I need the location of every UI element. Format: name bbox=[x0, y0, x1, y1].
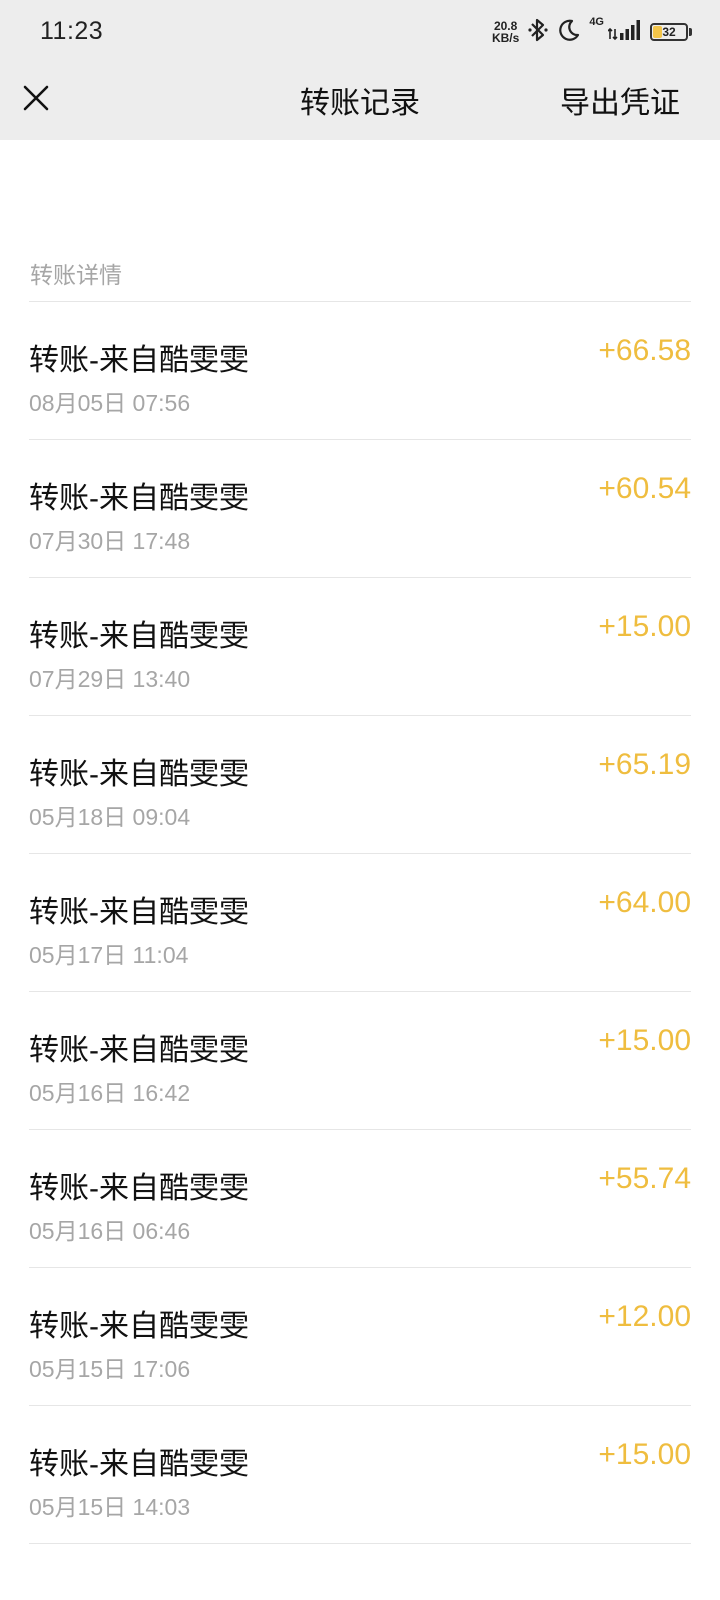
transaction-title: 转账-来自酷雯雯 bbox=[29, 620, 249, 653]
transaction-list: 转账-来自酷雯雯 08月05日 07:56 +66.58 转账-来自酷雯雯 07月30日… bbox=[29, 301, 691, 1544]
battery-percent: 32 bbox=[662, 25, 676, 39]
transaction-amount: +66.58 bbox=[598, 334, 691, 367]
transaction-title: 转账-来自酷雯雯 bbox=[29, 1034, 249, 1067]
transaction-row[interactable]: 转账-来自酷雯雯 07月29日 13:40 +15.00 bbox=[29, 578, 691, 716]
transaction-row[interactable]: 转账-来自酷雯雯 08月05日 07:56 +66.58 bbox=[29, 302, 691, 440]
network-type: 4G bbox=[589, 16, 604, 28]
transaction-date: 05月15日 17:06 bbox=[29, 1356, 191, 1382]
transaction-date: 05月17日 11:04 bbox=[29, 942, 189, 968]
transaction-date: 08月05日 07:56 bbox=[29, 390, 191, 416]
transaction-row[interactable]: 转账-来自酷雯雯 05月17日 11:04 +64.00 bbox=[29, 854, 691, 992]
transaction-title: 转账-来自酷雯雯 bbox=[29, 896, 249, 929]
transaction-row[interactable]: 转账-来自酷雯雯 05月16日 06:46 +55.74 bbox=[29, 1130, 691, 1268]
transaction-date: 05月16日 16:42 bbox=[29, 1080, 191, 1106]
status-bar: 11:23 20.8 KB/s 4G 32 bbox=[0, 0, 720, 64]
title-bar: 转账记录 导出凭证 bbox=[0, 64, 720, 140]
export-voucher-button[interactable]: 导出凭证 bbox=[560, 78, 680, 122]
transaction-date: 07月29日 13:40 bbox=[29, 666, 191, 692]
transaction-title: 转账-来自酷雯雯 bbox=[29, 344, 249, 377]
transaction-title: 转账-来自酷雯雯 bbox=[29, 758, 249, 791]
moon-icon bbox=[557, 18, 581, 47]
transaction-date: 07月30日 17:48 bbox=[29, 528, 191, 554]
transaction-date: 05月16日 06:46 bbox=[29, 1218, 191, 1244]
section-label: 转账详情 bbox=[30, 262, 122, 288]
status-time: 11:23 bbox=[40, 17, 104, 45]
battery-cap bbox=[689, 28, 692, 36]
transaction-amount: +60.54 bbox=[598, 472, 691, 505]
battery-icon: 32 bbox=[650, 23, 688, 41]
transaction-row[interactable]: 转账-来自酷雯雯 05月16日 16:42 +15.00 bbox=[29, 992, 691, 1130]
transaction-amount: +12.00 bbox=[598, 1300, 691, 1333]
transaction-amount: +15.00 bbox=[598, 1438, 691, 1471]
transaction-amount: +65.19 bbox=[598, 748, 691, 781]
transaction-title: 转账-来自酷雯雯 bbox=[29, 1172, 249, 1205]
status-icons: 20.8 KB/s 4G 32 bbox=[492, 16, 692, 48]
battery-level bbox=[653, 26, 662, 38]
transaction-title: 转账-来自酷雯雯 bbox=[29, 482, 249, 515]
transaction-row[interactable]: 转账-来自酷雯雯 05月15日 14:03 +15.00 bbox=[29, 1406, 691, 1544]
transaction-row[interactable]: 转账-来自酷雯雯 07月30日 17:48 +60.54 bbox=[29, 440, 691, 578]
transaction-amount: +15.00 bbox=[598, 610, 691, 643]
transaction-amount: +55.74 bbox=[598, 1162, 691, 1195]
network-speed-unit: KB/s bbox=[491, 31, 520, 45]
network-speed: 20.8 KB/s bbox=[492, 20, 519, 44]
transaction-amount: +15.00 bbox=[598, 1024, 691, 1057]
signal-icon bbox=[607, 19, 642, 46]
transaction-date: 05月18日 09:04 bbox=[29, 804, 191, 830]
transaction-date: 05月15日 14:03 bbox=[29, 1494, 191, 1520]
transaction-amount: +64.00 bbox=[598, 886, 691, 919]
transaction-row[interactable]: 转账-来自酷雯雯 05月15日 17:06 +12.00 bbox=[29, 1268, 691, 1406]
transaction-title: 转账-来自酷雯雯 bbox=[29, 1310, 249, 1343]
transaction-row[interactable]: 转账-来自酷雯雯 05月18日 09:04 +65.19 bbox=[29, 716, 691, 854]
bluetooth-icon bbox=[527, 17, 549, 48]
transaction-title: 转账-来自酷雯雯 bbox=[29, 1448, 249, 1481]
